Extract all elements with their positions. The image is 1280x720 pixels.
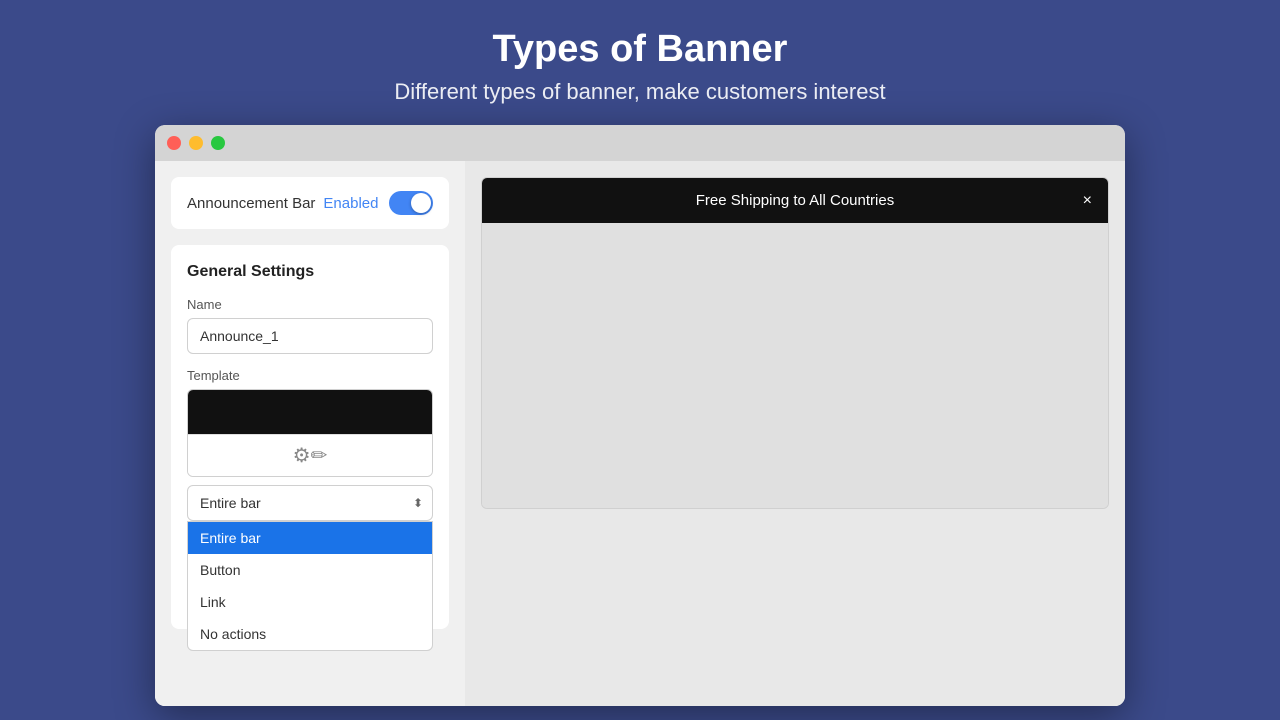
dropdown-option-no-actions[interactable]: No actions [188, 618, 432, 650]
enabled-label: Enabled [323, 195, 378, 212]
dropdown-option-link[interactable]: Link [188, 586, 432, 618]
preview-close-button[interactable]: × [1083, 193, 1092, 209]
preview-announcement-bar: Free Shipping to All Countries × [482, 178, 1108, 223]
template-label: Template [187, 368, 433, 383]
settings-card: General Settings Name Template ⚙✏ Entire… [171, 245, 449, 629]
template-select[interactable]: Entire barButtonLinkNo actions [187, 485, 433, 521]
left-panel: Announcement Bar Enabled General Setting… [155, 161, 465, 706]
preview-body [482, 223, 1108, 508]
window-titlebar [155, 125, 1125, 161]
page-title: Types of Banner [394, 28, 885, 71]
right-panel: Free Shipping to All Countries × [465, 161, 1125, 706]
dropdown-wrapper: Entire barButtonLinkNo actions ⬍ Entire … [187, 485, 433, 521]
window-close-button[interactable] [167, 136, 181, 150]
announcement-bar-label: Announcement Bar [187, 195, 315, 212]
window-maximize-button[interactable] [211, 136, 225, 150]
name-input[interactable] [187, 318, 433, 354]
template-edit-icon: ⚙✏ [293, 443, 328, 468]
window-minimize-button[interactable] [189, 136, 203, 150]
dropdown-list: Entire bar Button Link No actions [187, 521, 433, 651]
dropdown-option-button[interactable]: Button [188, 554, 432, 586]
preview-announcement-text: Free Shipping to All Countries [696, 192, 894, 209]
app-window: Announcement Bar Enabled General Setting… [155, 125, 1125, 706]
template-black-bar [188, 390, 432, 434]
dropdown-option-entire-bar[interactable]: Entire bar [188, 522, 432, 554]
settings-title: General Settings [187, 263, 433, 281]
template-icon-row: ⚙✏ [188, 434, 432, 476]
preview-container: Free Shipping to All Countries × [481, 177, 1109, 509]
page-subtitle: Different types of banner, make customer… [394, 79, 885, 105]
template-preview: ⚙✏ [187, 389, 433, 477]
name-label: Name [187, 297, 433, 312]
window-body: Announcement Bar Enabled General Setting… [155, 161, 1125, 706]
announcement-bar-toggle-card: Announcement Bar Enabled [171, 177, 449, 229]
page-header: Types of Banner Different types of banne… [394, 0, 885, 125]
announcement-bar-toggle[interactable] [389, 191, 433, 215]
